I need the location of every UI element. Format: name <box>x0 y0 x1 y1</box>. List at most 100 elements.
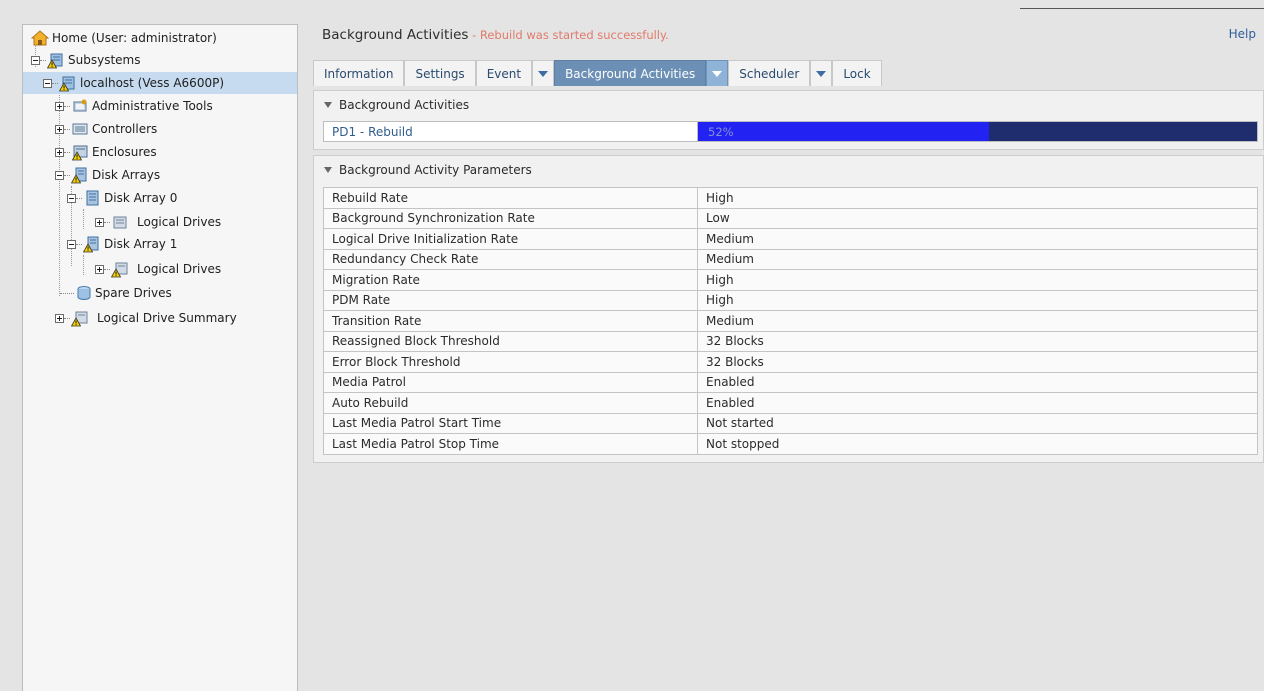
background-activity-parameters-panel: Background Activity Parameters Rebuild R… <box>313 155 1264 463</box>
parameter-name: Transition Rate <box>323 310 698 332</box>
parameter-value: High <box>697 187 1258 209</box>
tree-item-label: Home (User: administrator) <box>52 31 217 45</box>
spare-drive-icon <box>74 284 92 302</box>
table-row: Last Media Patrol Stop Time Not stopped <box>323 433 1258 455</box>
table-row: Reassigned Block Threshold 32 Blocks <box>323 330 1258 352</box>
table-row: Media Patrol Enabled <box>323 371 1258 393</box>
tab-scheduler-dropdown[interactable] <box>810 60 833 86</box>
expand-icon[interactable] <box>55 101 64 111</box>
disk-array-warning-icon <box>71 166 89 184</box>
collapse-icon[interactable] <box>55 170 64 180</box>
table-row: Auto Rebuild Enabled <box>323 392 1258 414</box>
tab-information[interactable]: Information <box>313 60 405 86</box>
tree-item-subsystems[interactable]: Subsystems <box>31 49 140 71</box>
tree-item-disk-array-1[interactable]: Disk Array 1 <box>67 233 177 255</box>
section-title: Background Activity Parameters <box>339 163 532 177</box>
expand-icon[interactable] <box>55 313 64 323</box>
parameter-name: Background Synchronization Rate <box>323 207 698 229</box>
parameter-name: Reassigned Block Threshold <box>323 330 698 352</box>
parameter-value: 32 Blocks <box>697 351 1258 373</box>
table-row: Error Block Threshold 32 Blocks <box>323 351 1258 373</box>
expand-icon[interactable] <box>55 147 64 157</box>
tree-item-label: Logical Drives <box>137 215 222 229</box>
table-row: Background Synchronization Rate Low <box>323 207 1258 229</box>
parameter-name: Migration Rate <box>323 269 698 291</box>
collapse-icon[interactable] <box>43 78 52 88</box>
tab-bar: Information Settings Event Background Ac… <box>313 60 882 86</box>
parameter-value: High <box>697 269 1258 291</box>
table-row: Last Media Patrol Start Time Not started <box>323 412 1258 434</box>
tree-item-label: Disk Array 1 <box>104 237 178 251</box>
parameter-name: Media Patrol <box>323 371 698 393</box>
parameter-value: Not stopped <box>697 433 1258 455</box>
tree-item-administrative-tools[interactable]: Administrative Tools <box>55 95 213 117</box>
disk-array-warning-icon <box>83 235 101 253</box>
collapse-arrow-icon <box>324 102 332 108</box>
table-row: Migration Rate High <box>323 269 1258 291</box>
expand-icon[interactable] <box>95 217 104 227</box>
tree-item-enclosures[interactable]: Enclosures <box>55 141 157 163</box>
tree-item-label: Spare Drives <box>95 286 172 300</box>
expand-icon[interactable] <box>95 264 104 274</box>
tree-item-label: Administrative Tools <box>92 99 213 113</box>
parameter-name: Rebuild Rate <box>323 187 698 209</box>
home-icon <box>31 29 49 47</box>
parameter-value: Medium <box>697 310 1258 332</box>
navigation-tree: Home (User: administrator) Subsystems lo… <box>22 24 298 691</box>
rebuild-progress-bar: 52% <box>698 122 1257 141</box>
tree-item-disk-array-0[interactable]: Disk Array 0 <box>67 187 177 209</box>
logical-drive-warning-icon <box>111 260 129 278</box>
tree-item-spare-drives[interactable]: Spare Drives <box>60 282 172 304</box>
tab-event[interactable]: Event <box>475 60 533 86</box>
help-link[interactable]: Help <box>1229 27 1256 41</box>
parameter-name: Redundancy Check Rate <box>323 248 698 270</box>
status-message: - Rebuild was started successfully. <box>468 28 669 42</box>
dropdown-arrow-icon <box>816 70 827 77</box>
page-title-text: Background Activities <box>322 27 469 43</box>
parameter-value: Enabled <box>697 371 1258 393</box>
enclosure-warning-icon <box>71 143 89 161</box>
parameter-name: Logical Drive Initialization Rate <box>323 228 698 250</box>
page-title: Background Activities - Rebuild was star… <box>322 27 669 43</box>
collapse-icon[interactable] <box>67 239 76 249</box>
parameter-name: Last Media Patrol Start Time <box>323 412 698 434</box>
tree-item-label: Disk Arrays <box>92 168 161 182</box>
tab-settings[interactable]: Settings <box>404 60 476 86</box>
top-divider <box>1020 8 1264 9</box>
tree-item-label: localhost (Vess A6600P) <box>80 76 225 90</box>
logical-drive-warning-icon <box>71 309 89 327</box>
collapse-icon[interactable] <box>31 55 40 65</box>
table-row: Rebuild Rate High <box>323 187 1258 209</box>
section-title: Background Activities <box>339 98 470 112</box>
disk-array-icon <box>83 189 101 207</box>
tree-item-controllers[interactable]: Controllers <box>55 118 157 140</box>
tree-item-disk-arrays[interactable]: Disk Arrays <box>55 164 160 186</box>
tools-icon <box>71 97 89 115</box>
collapse-icon[interactable] <box>67 193 76 203</box>
parameter-value: Enabled <box>697 392 1258 414</box>
progress-fill <box>698 122 989 141</box>
tab-background-activities-dropdown[interactable] <box>706 60 729 86</box>
logical-drive-icon <box>111 213 129 231</box>
dropdown-arrow-icon <box>538 70 549 77</box>
tab-background-activities[interactable]: Background Activities <box>554 60 707 86</box>
parameter-value: Medium <box>697 248 1258 270</box>
tree-item-localhost[interactable]: localhost (Vess A6600P) <box>23 72 297 94</box>
parameters-header[interactable]: Background Activity Parameters <box>314 156 1263 184</box>
tab-lock[interactable]: Lock <box>832 60 882 86</box>
tree-item-logical-drives-1[interactable]: Logical Drives <box>95 258 221 280</box>
tree-item-logical-drives-0[interactable]: Logical Drives <box>95 211 221 233</box>
tree-item-label: Logical Drives <box>137 262 222 276</box>
background-activities-header[interactable]: Background Activities <box>314 91 1263 119</box>
tree-item-logical-drive-summary[interactable]: Logical Drive Summary <box>55 307 237 329</box>
tab-scheduler[interactable]: Scheduler <box>728 60 811 86</box>
tree-item-home[interactable]: Home (User: administrator) <box>31 27 217 49</box>
parameter-value: 32 Blocks <box>697 330 1258 352</box>
parameter-value: Low <box>697 207 1258 229</box>
progress-text: 52% <box>708 124 734 139</box>
activity-name-link[interactable]: PD1 - Rebuild <box>324 122 698 141</box>
subsystem-warning-icon <box>47 51 65 69</box>
expand-icon[interactable] <box>55 124 64 134</box>
tab-event-dropdown[interactable] <box>532 60 555 86</box>
dropdown-arrow-icon <box>712 70 723 77</box>
